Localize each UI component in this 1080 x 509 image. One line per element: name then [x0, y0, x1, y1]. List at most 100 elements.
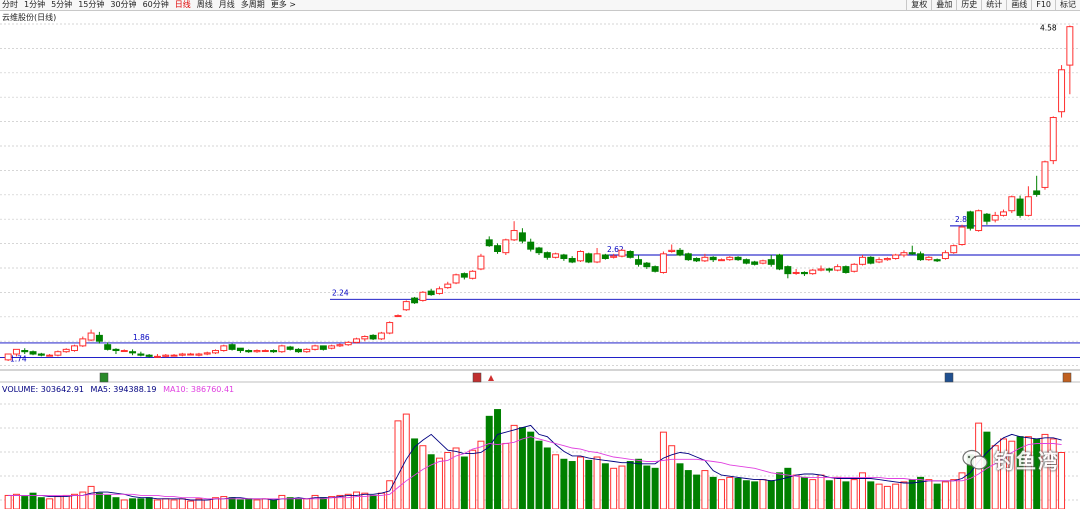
candle-body	[892, 254, 900, 259]
ma5-value: MA5: 394388.19	[90, 385, 157, 394]
event-marker-icon	[472, 372, 482, 383]
candle-body	[95, 334, 103, 342]
candle-body	[925, 256, 933, 261]
volume-bar	[825, 480, 833, 509]
volume-bar	[510, 424, 518, 509]
volume-bar	[203, 499, 211, 509]
volume-bar	[701, 470, 709, 509]
candle-body	[87, 332, 95, 341]
candle-body	[328, 345, 336, 349]
candle-body	[717, 259, 725, 262]
candle-body	[983, 213, 991, 222]
price-annotation-0: 1.74	[10, 355, 27, 364]
candle-body	[883, 257, 891, 261]
volume-bar	[402, 413, 410, 509]
candle-body	[759, 260, 767, 264]
watermark: 钓鱼湾	[962, 445, 1060, 474]
candle-body	[568, 257, 576, 263]
volume-bar	[120, 499, 128, 509]
candle-body	[129, 351, 137, 354]
candle-body	[394, 315, 402, 318]
candle-body	[54, 351, 62, 356]
volume-bar	[427, 454, 435, 509]
candle-body	[46, 354, 54, 357]
candle-body	[668, 249, 676, 253]
candle-body	[635, 259, 643, 265]
candlestick-chart[interactable]: 1.741.862.242.622.884.58	[0, 0, 1080, 509]
candle-body	[751, 261, 759, 265]
volume-bar	[129, 498, 137, 509]
candle-body	[236, 347, 244, 352]
event-arrow-icon	[488, 375, 494, 381]
candle-body	[319, 345, 327, 350]
candle-body	[991, 214, 999, 221]
candle-body	[1016, 198, 1024, 216]
volume-bar	[635, 458, 643, 509]
volume-bar	[676, 463, 684, 509]
watermark-text: 钓鱼湾	[994, 449, 1060, 473]
candle-body	[941, 252, 949, 259]
candle-body	[253, 350, 261, 353]
volume-bar	[585, 459, 593, 509]
volume-bar	[270, 499, 278, 509]
volume-bar	[236, 499, 244, 509]
volume-bar	[643, 465, 651, 509]
event-marker-icon	[99, 372, 109, 383]
candle-body	[908, 252, 916, 255]
volume-bar	[601, 463, 609, 509]
volume-bar	[560, 458, 568, 509]
price-annotation-2: 2.24	[332, 288, 349, 297]
volume-bar	[767, 480, 775, 509]
candle-body	[975, 210, 983, 232]
volume-bar	[104, 494, 112, 509]
volume-bar	[278, 494, 286, 509]
volume-bar	[71, 493, 78, 509]
candle-body	[576, 251, 584, 262]
candle-body	[170, 354, 178, 357]
wechat-icon	[962, 449, 988, 470]
candle-body	[626, 251, 634, 258]
candle-body	[792, 271, 800, 274]
candle-body	[220, 345, 228, 352]
candle-body	[917, 253, 925, 261]
volume-bar	[460, 456, 468, 509]
volume-bar	[228, 497, 236, 509]
candle-body	[137, 353, 145, 356]
volume-bar	[610, 467, 618, 509]
volume-bar	[353, 491, 361, 509]
volume-bar	[709, 476, 717, 509]
candle-body	[1000, 211, 1007, 216]
volume-bar	[145, 497, 153, 509]
volume-bar	[933, 483, 941, 509]
volume-bar	[941, 481, 949, 509]
volume-bar	[618, 465, 626, 509]
volume-bar	[717, 479, 725, 509]
volume-bar	[62, 494, 70, 509]
candle-body	[377, 332, 385, 340]
candle-body	[303, 348, 311, 353]
volume-bar	[344, 493, 352, 509]
candle-body	[510, 230, 518, 241]
candle-body	[1041, 161, 1049, 188]
candle-body	[859, 256, 866, 265]
candle-body	[452, 274, 460, 284]
volume-value: VOLUME: 303642.91	[2, 385, 84, 394]
volume-bar	[153, 499, 161, 509]
volume-bar	[137, 498, 145, 509]
volume-bar	[742, 480, 750, 509]
volume-bar	[925, 479, 933, 509]
candle-body	[361, 336, 369, 340]
volume-bar	[46, 498, 54, 509]
candle-body	[353, 338, 361, 343]
volume-bar	[37, 497, 45, 509]
candle-body	[12, 348, 20, 355]
volume-bar	[87, 485, 95, 509]
volume-bar	[684, 470, 692, 509]
candle-body	[618, 249, 626, 257]
candle-body	[966, 211, 974, 229]
volume-bar	[527, 431, 535, 509]
volume-bar	[469, 449, 477, 509]
candle-body	[684, 253, 692, 261]
volume-bar	[112, 497, 120, 509]
volume-bar	[792, 474, 800, 509]
